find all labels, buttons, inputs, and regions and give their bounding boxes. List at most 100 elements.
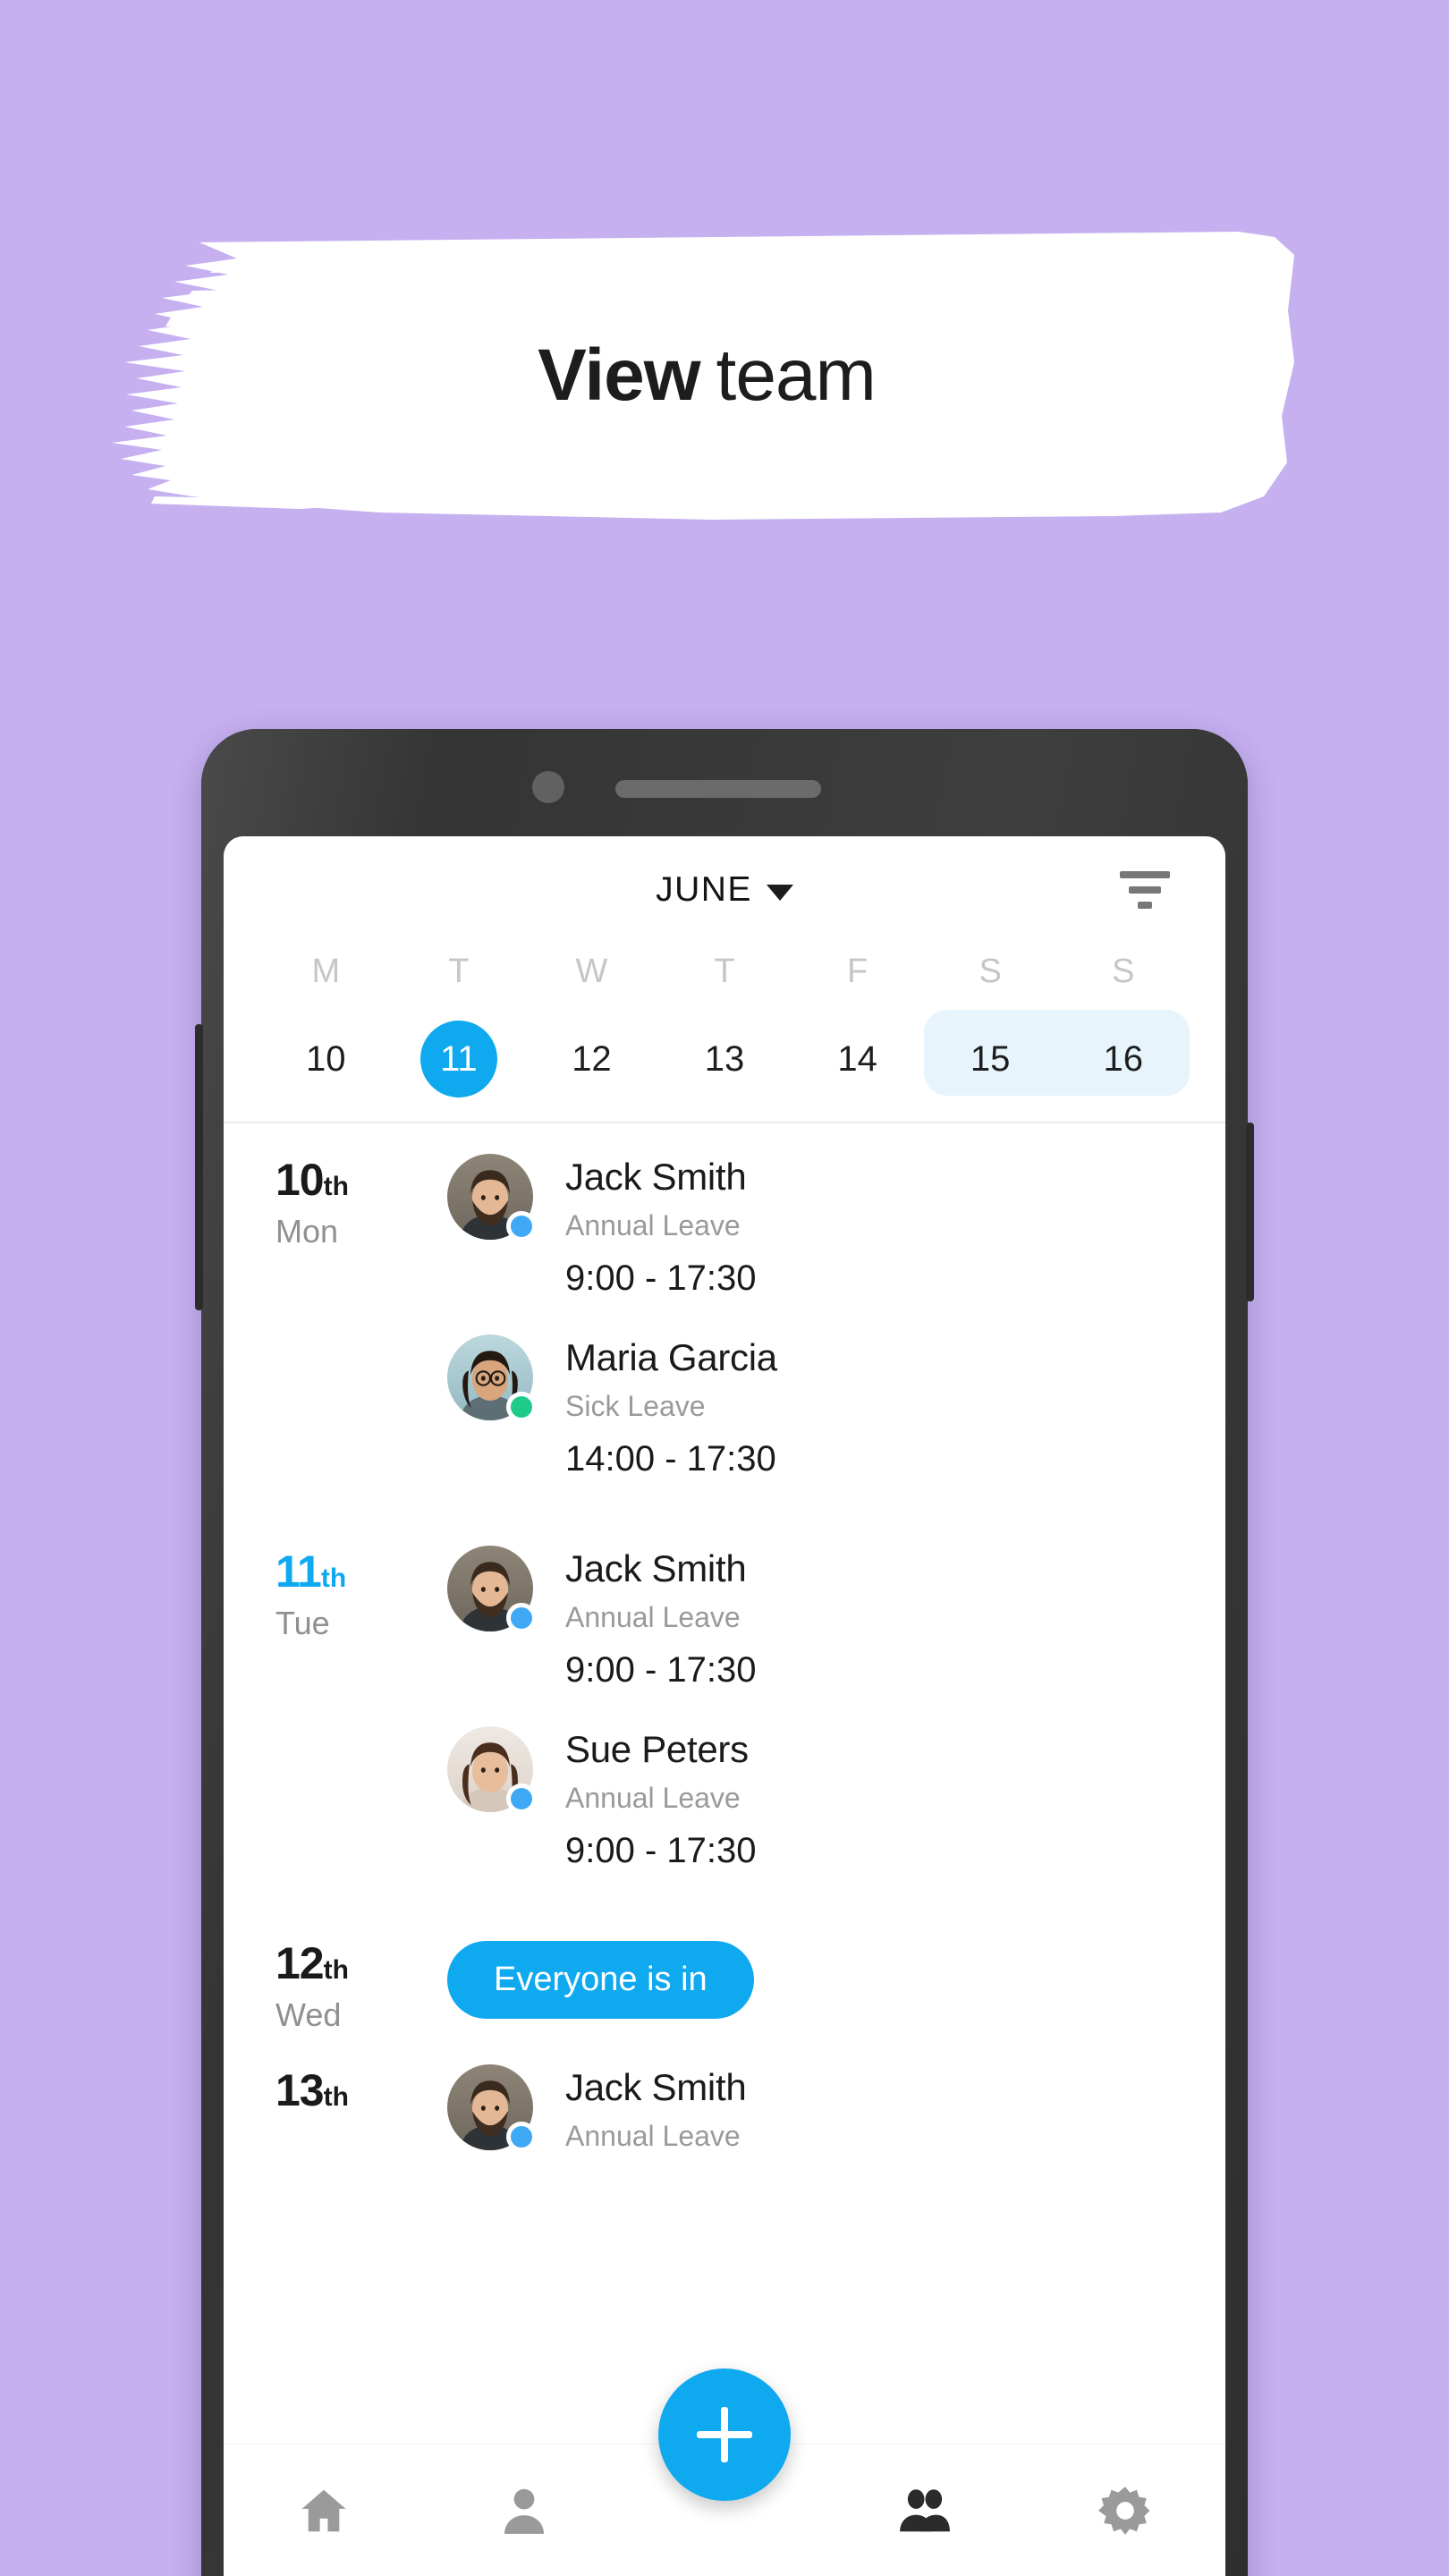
agenda-day-group: 10th Mon Jack Smith Annual Leave 9:00 - 1… [224,1123,1225,1515]
entry-details: Jack Smith Annual Leave 9:00 - 17:30 [565,1154,757,1299]
day-cell-10[interactable]: 10 [259,1021,393,1097]
agenda-date-dayofweek: Tue [275,1605,330,1641]
agenda-date-label: 13th [224,2064,447,2189]
day-cell-15[interactable]: 15 [924,1021,1057,1097]
entry-person-name: Jack Smith [565,1156,747,1198]
week-strip: M T W T F S S 10 11 12 13 14 15 16 [224,944,1225,1123]
page-title: View team [85,228,1310,523]
nav-item-gear[interactable] [1025,2483,1225,2538]
avatar-wrapper [447,1335,537,1422]
entry-time-range: 9:00 - 17:30 [565,1831,757,1870]
gear-icon [1097,2483,1153,2538]
agenda-day-group: 12th Wed Everyone is in [224,1907,1225,2034]
agenda-date-dayofweek: Wed [275,1996,342,2033]
day-number-label: 11 [419,1021,497,1097]
avatar-wrapper [447,1726,537,1814]
agenda-entry-row[interactable]: Sue Peters Annual Leave 9:00 - 17:30 [447,1726,1225,1871]
agenda-day-group: 11th Tue Jack Smith Annual Leave 9:00 - 1… [224,1515,1225,1907]
day-cell-12[interactable]: 12 [525,1021,658,1097]
entry-person-name: Maria Garcia [565,1336,777,1378]
entry-person-name: Jack Smith [565,2066,747,2108]
agenda-entries: Jack Smith Annual Leave 9:00 - 17:30 Sue [447,1546,1225,1907]
people-icon [897,2483,953,2538]
agenda-entries: Jack Smith Annual Leave [447,2064,1225,2189]
entry-time-range: 9:00 - 17:30 [565,1650,757,1690]
entry-details: Jack Smith Annual Leave [565,2064,747,2153]
day-number-label: 12 [572,1038,612,1079]
avatar-wrapper [447,2064,537,2152]
day-number-label: 13 [704,1038,745,1079]
filter-icon[interactable] [1120,871,1170,909]
nav-item-person[interactable] [424,2483,624,2538]
app-bar: JUNE [224,836,1225,944]
avatar-wrapper [447,1546,537,1633]
page-title-light: team [716,335,877,416]
weekday-initial-6: S [1112,953,1135,990]
weekday-initials-row: MTWTFSS [259,953,1190,1016]
month-selector[interactable]: JUNE [656,870,793,910]
agenda-date-label: 11th Tue [224,1546,447,1907]
agenda-date-number: 12 [275,1938,325,1988]
day-number-label: 15 [970,1038,1011,1079]
day-number-row: 10 11 12 13 14 15 16 [259,1016,1190,1102]
entry-time-range: 14:00 - 17:30 [565,1439,776,1479]
agenda-date-number: 11 [275,1546,322,1597]
agenda-date-suffix: th [323,2082,349,2112]
day-number-label: 14 [837,1038,877,1079]
filter-bar-2 [1129,886,1161,894]
agenda-date-label: 10th Mon [224,1154,447,1515]
day-cell-14[interactable]: 14 [791,1021,924,1097]
weekday-initial-4: F [846,953,869,990]
avatar-wrapper [447,1154,537,1241]
agenda-date-dayofweek: Mon [275,1213,339,1250]
status-dot [506,1392,537,1422]
filter-bar-1 [1120,871,1170,878]
day-number-label: 16 [1103,1038,1144,1079]
agenda-date-label: 12th Wed [224,1937,447,2034]
entry-leave-type: Sick Leave [565,1390,706,1422]
day-cell-13[interactable]: 13 [658,1021,792,1097]
status-dot [506,1603,537,1633]
day-cell-11[interactable]: 11 [393,1021,526,1097]
entry-person-name: Jack Smith [565,1547,747,1589]
everyone-is-in-badge[interactable]: Everyone is in [447,1941,754,2019]
month-label: JUNE [656,870,752,909]
phone-screen: JUNE MTWTFSS 10 11 12 13 14 15 16 10th Mon [224,836,1225,2576]
chevron-down-icon [766,885,793,901]
agenda-entries: Jack Smith Annual Leave 9:00 - 17:30 Mar… [447,1154,1225,1515]
agenda-date-number: 13 [275,2065,325,2115]
speaker-grille-icon [615,780,821,798]
add-button-fab[interactable] [658,2368,791,2501]
entry-details: Sue Peters Annual Leave 9:00 - 17:30 [565,1726,757,1871]
agenda-entry-row[interactable]: Maria Garcia Sick Leave 14:00 - 17:30 [447,1335,1225,1479]
brush-stroke-banner: View team [85,228,1310,523]
entry-leave-type: Annual Leave [565,1209,741,1241]
nav-item-people[interactable] [825,2483,1025,2538]
filter-bar-3 [1138,902,1152,909]
weekday-initial-1: T [448,953,470,990]
agenda-entry-row[interactable]: Jack Smith Annual Leave [447,2064,1225,2153]
weekday-initial-2: W [575,953,608,990]
plus-icon-vertical [721,2407,728,2462]
page-title-bold: View [538,335,700,416]
camera-dot-icon [532,771,564,803]
agenda-entry-row[interactable]: Jack Smith Annual Leave 9:00 - 17:30 [447,1546,1225,1690]
day-cell-16[interactable]: 16 [1056,1021,1190,1097]
entry-leave-type: Annual Leave [565,1601,741,1633]
status-dot [506,2122,537,2152]
day-number-label: 10 [306,1038,346,1079]
agenda-day-group: 13th Jack Smith Annual Leave [224,2034,1225,2189]
agenda-entry-row[interactable]: Jack Smith Annual Leave 9:00 - 17:30 [447,1154,1225,1299]
entry-leave-type: Annual Leave [565,1782,741,1814]
entry-person-name: Sue Peters [565,1728,749,1770]
phone-volume-button[interactable] [195,1024,203,1310]
weekday-initial-3: T [714,953,735,990]
entry-details: Jack Smith Annual Leave 9:00 - 17:30 [565,1546,757,1690]
nav-item-home[interactable] [224,2483,424,2538]
phone-power-button[interactable] [1246,1123,1254,1301]
agenda-date-suffix: th [323,1955,349,1985]
agenda-entries: Everyone is in [447,1937,1225,2034]
person-icon [496,2483,552,2538]
agenda-list[interactable]: 10th Mon Jack Smith Annual Leave 9:00 - 1… [224,1123,1225,2492]
agenda-date-suffix: th [323,1172,349,1201]
